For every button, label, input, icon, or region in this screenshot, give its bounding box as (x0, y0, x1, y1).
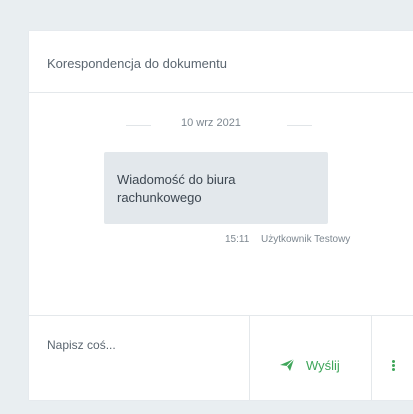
message-text: Wiadomość do biura rachunkowego (117, 172, 236, 205)
paper-plane-icon (280, 358, 295, 371)
message-input-box (29, 316, 250, 400)
send-button[interactable]: Wyślij (250, 316, 372, 400)
vertical-dots-icon (392, 360, 395, 371)
date-label: 10 wrz 2021 (181, 117, 241, 129)
date-divider-left (126, 125, 151, 126)
date-separator: 10 wrz 2021 (29, 117, 413, 133)
page: Korespondencja do dokumentu 10 wrz 2021 … (0, 0, 413, 414)
message-meta: 15:11 Użytkownik Testowy (29, 234, 413, 248)
message-author: Użytkownik Testowy (261, 234, 351, 245)
message-composer: Wyślij (29, 315, 413, 400)
card-header: Korespondencja do dokumentu (29, 31, 413, 93)
card-title: Korespondencja do dokumentu (47, 56, 227, 71)
more-options-button[interactable] (372, 316, 413, 400)
message-input[interactable] (29, 316, 249, 400)
date-divider-right (287, 125, 312, 126)
send-label: Wyślij (306, 358, 340, 373)
chat-area[interactable]: 10 wrz 2021 Wiadomość do biura rachunkow… (29, 93, 413, 315)
correspondence-card: Korespondencja do dokumentu 10 wrz 2021 … (29, 31, 413, 400)
message-bubble: Wiadomość do biura rachunkowego (104, 152, 328, 224)
message-time: 15:11 (225, 234, 250, 245)
